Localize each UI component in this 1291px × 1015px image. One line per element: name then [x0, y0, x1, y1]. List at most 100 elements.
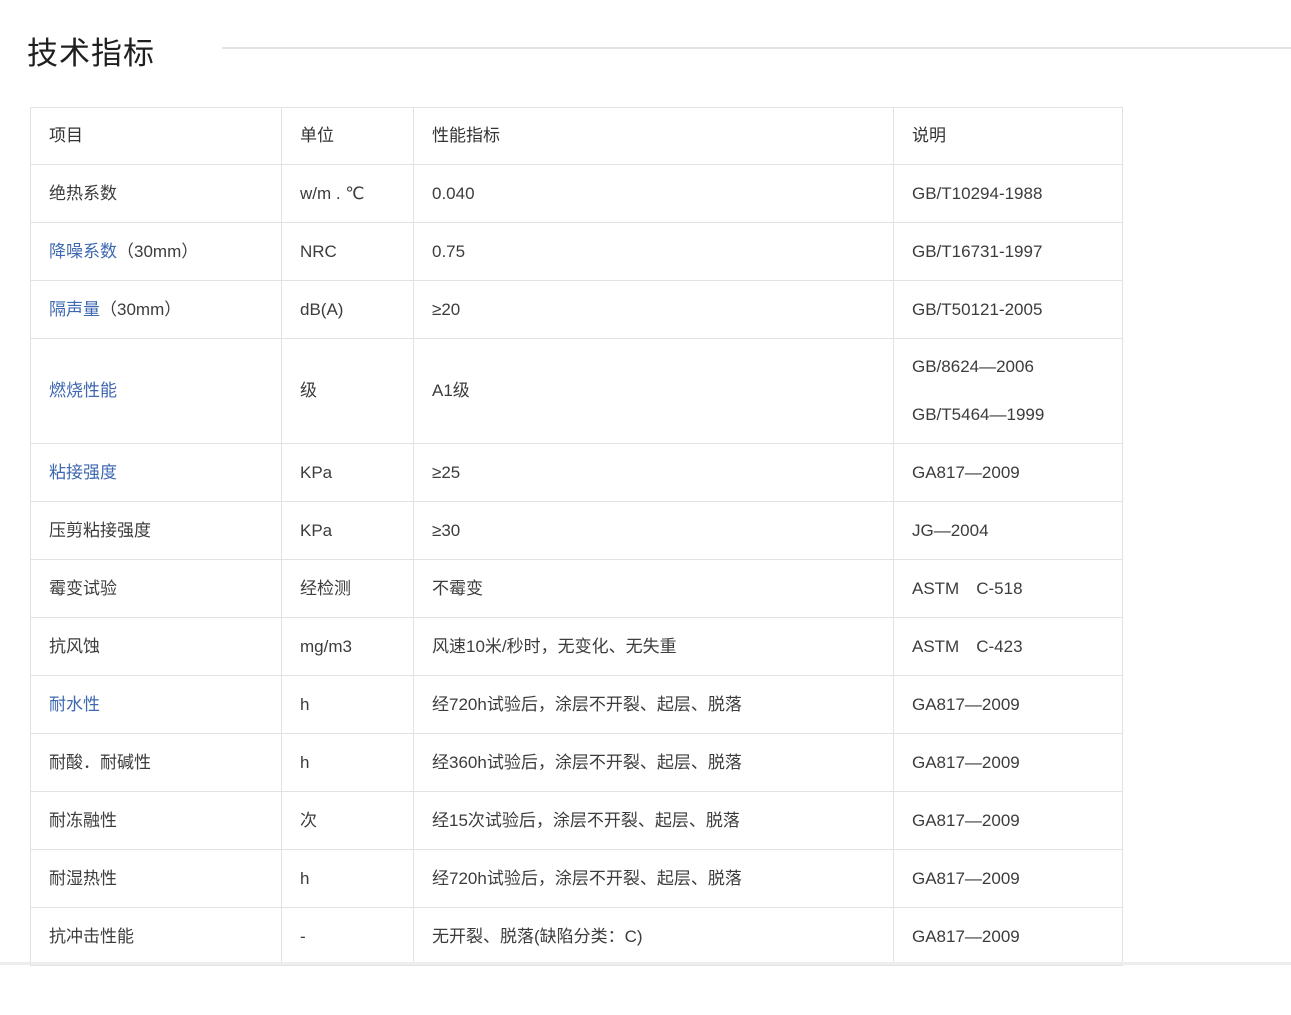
- item-link[interactable]: 粘接强度: [49, 463, 117, 482]
- column-header-unit: 单位: [282, 108, 414, 165]
- description-line: GA817—2009: [912, 461, 1110, 485]
- description-cell: GB/8624—2006GB/T5464—1999: [894, 339, 1123, 444]
- performance-cell: 经360h试验后，涂层不开裂、起层、脱落: [414, 734, 894, 792]
- table-row: 燃烧性能 级A1级GB/8624—2006GB/T5464—1999: [31, 339, 1123, 444]
- description-line: GA817—2009: [912, 867, 1110, 891]
- unit-cell: NRC: [282, 223, 414, 281]
- column-header-description: 说明: [894, 108, 1123, 165]
- item-cell: 绝热系数: [31, 165, 282, 223]
- performance-cell: ≥20: [414, 281, 894, 339]
- description-line: GB/T50121-2005: [912, 298, 1110, 322]
- item-cell: 隔声量（30mm）: [31, 281, 282, 339]
- description-line: ASTM C-423: [912, 635, 1110, 659]
- spec-table-header: 项目单位性能指标说明: [31, 108, 1123, 165]
- description-line: GA817—2009: [912, 925, 1110, 949]
- unit-cell: dB(A): [282, 281, 414, 339]
- item-cell: 抗风蚀: [31, 618, 282, 676]
- description-cell: ASTM C-518: [894, 560, 1123, 618]
- item-text: （30mm）: [117, 242, 198, 261]
- description-line: GB/T10294-1988: [912, 182, 1110, 206]
- item-cell: 粘接强度: [31, 444, 282, 502]
- table-row: 耐冻融性次经15次试验后，涂层不开裂、起层、脱落 GA817—2009: [31, 792, 1123, 850]
- header-row: 项目单位性能指标说明: [31, 108, 1123, 165]
- unit-cell: KPa: [282, 502, 414, 560]
- item-text: 压剪粘接强度: [49, 521, 151, 540]
- item-text: 耐湿热性: [49, 869, 117, 888]
- description-cell: GA817—2009: [894, 444, 1123, 502]
- item-cell: 耐冻融性: [31, 792, 282, 850]
- spec-table: 项目单位性能指标说明 绝热系数 w/m . ℃0.040 GB/T10294-198…: [30, 107, 1123, 966]
- section-bottom-divider: [0, 962, 1291, 965]
- column-header-performance: 性能指标: [414, 108, 894, 165]
- performance-cell: 无开裂、脱落(缺陷分类：C): [414, 908, 894, 966]
- description-cell: GB/T10294-1988: [894, 165, 1123, 223]
- item-cell: 耐酸．耐碱性: [31, 734, 282, 792]
- description-cell: GB/T50121-2005: [894, 281, 1123, 339]
- table-row: 隔声量（30mm）dB(A)≥20GB/T50121-2005: [31, 281, 1123, 339]
- description-cell: GA817—2009: [894, 676, 1123, 734]
- performance-cell: 0.040: [414, 165, 894, 223]
- item-link[interactable]: 隔声量: [49, 300, 100, 319]
- table-row: 绝热系数 w/m . ℃0.040 GB/T10294-1988: [31, 165, 1123, 223]
- table-row: 耐酸．耐碱性 h经360h试验后，涂层不开裂、起层、脱落 GA817—2009: [31, 734, 1123, 792]
- performance-cell: 风速10米/秒时，无变化、无失重: [414, 618, 894, 676]
- performance-cell: A1级: [414, 339, 894, 444]
- unit-cell: mg/m3: [282, 618, 414, 676]
- item-cell: 降噪系数（30mm）: [31, 223, 282, 281]
- unit-cell: h: [282, 734, 414, 792]
- performance-cell: 不霉变: [414, 560, 894, 618]
- page: 技术指标 项目单位性能指标说明 绝热系数 w/m . ℃0.040 GB/T1029…: [0, 0, 1291, 1015]
- description-line: GA817—2009: [912, 751, 1110, 775]
- item-text: （30mm）: [100, 300, 181, 319]
- description-cell: GB/T16731-1997: [894, 223, 1123, 281]
- item-link[interactable]: 燃烧性能: [49, 381, 117, 400]
- item-cell: 燃烧性能: [31, 339, 282, 444]
- description-cell: JG—2004: [894, 502, 1123, 560]
- table-row: 耐湿热性 h经720h试验后，涂层不开裂、起层、脱落 GA817—2009: [31, 850, 1123, 908]
- table-row: 抗风蚀 mg/m3风速10米/秒时，无变化、无失重 ASTM C-423: [31, 618, 1123, 676]
- item-link[interactable]: 耐水性: [49, 695, 100, 714]
- unit-cell: KPa: [282, 444, 414, 502]
- unit-cell: w/m . ℃: [282, 165, 414, 223]
- description-line: GB/T16731-1997: [912, 240, 1110, 264]
- unit-cell: 经检测: [282, 560, 414, 618]
- unit-cell: h: [282, 850, 414, 908]
- item-cell: 耐水性: [31, 676, 282, 734]
- item-text: 绝热系数: [49, 184, 117, 203]
- description-cell: GA817—2009: [894, 734, 1123, 792]
- description-line: GA817—2009: [912, 809, 1110, 833]
- description-cell: GA817—2009: [894, 792, 1123, 850]
- item-text: 抗风蚀: [49, 637, 100, 656]
- item-cell: 霉变试验: [31, 560, 282, 618]
- item-text: 耐酸．耐碱性: [49, 753, 151, 772]
- column-header-item: 项目: [31, 108, 282, 165]
- performance-cell: 经720h试验后，涂层不开裂、起层、脱落: [414, 850, 894, 908]
- performance-cell: ≥25: [414, 444, 894, 502]
- unit-cell: h: [282, 676, 414, 734]
- table-row: 压剪粘接强度 KPa≥30 JG—2004: [31, 502, 1123, 560]
- description-line: GA817—2009: [912, 693, 1110, 717]
- title-divider: [222, 47, 1291, 49]
- description-line: JG—2004: [912, 519, 1110, 543]
- description-line: GB/T5464—1999: [912, 403, 1110, 427]
- performance-cell: ≥30: [414, 502, 894, 560]
- spec-table-body: 绝热系数w/m . ℃0.040GB/T10294-1988降噪系数（30mm）…: [31, 165, 1123, 966]
- item-text: 抗冲击性能: [49, 927, 134, 946]
- description-cell: GA817—2009: [894, 850, 1123, 908]
- description-cell: ASTM C-423: [894, 618, 1123, 676]
- item-text: 霉变试验: [49, 579, 117, 598]
- table-row: 降噪系数（30mm）NRC0.75GB/T16731-1997: [31, 223, 1123, 281]
- item-cell: 抗冲击性能: [31, 908, 282, 966]
- unit-cell: -: [282, 908, 414, 966]
- performance-cell: 经15次试验后，涂层不开裂、起层、脱落: [414, 792, 894, 850]
- unit-cell: 次: [282, 792, 414, 850]
- unit-cell: 级: [282, 339, 414, 444]
- table-row: 耐水性h经720h试验后，涂层不开裂、起层、脱落GA817—2009: [31, 676, 1123, 734]
- table-row: 粘接强度 KPa≥25 GA817—2009: [31, 444, 1123, 502]
- table-row: 霉变试验 经检测不霉变 ASTM C-518: [31, 560, 1123, 618]
- item-link[interactable]: 降噪系数: [49, 242, 117, 261]
- page-title: 技术指标: [27, 28, 155, 73]
- item-cell: 压剪粘接强度: [31, 502, 282, 560]
- performance-cell: 0.75: [414, 223, 894, 281]
- description-line: ASTM C-518: [912, 577, 1110, 601]
